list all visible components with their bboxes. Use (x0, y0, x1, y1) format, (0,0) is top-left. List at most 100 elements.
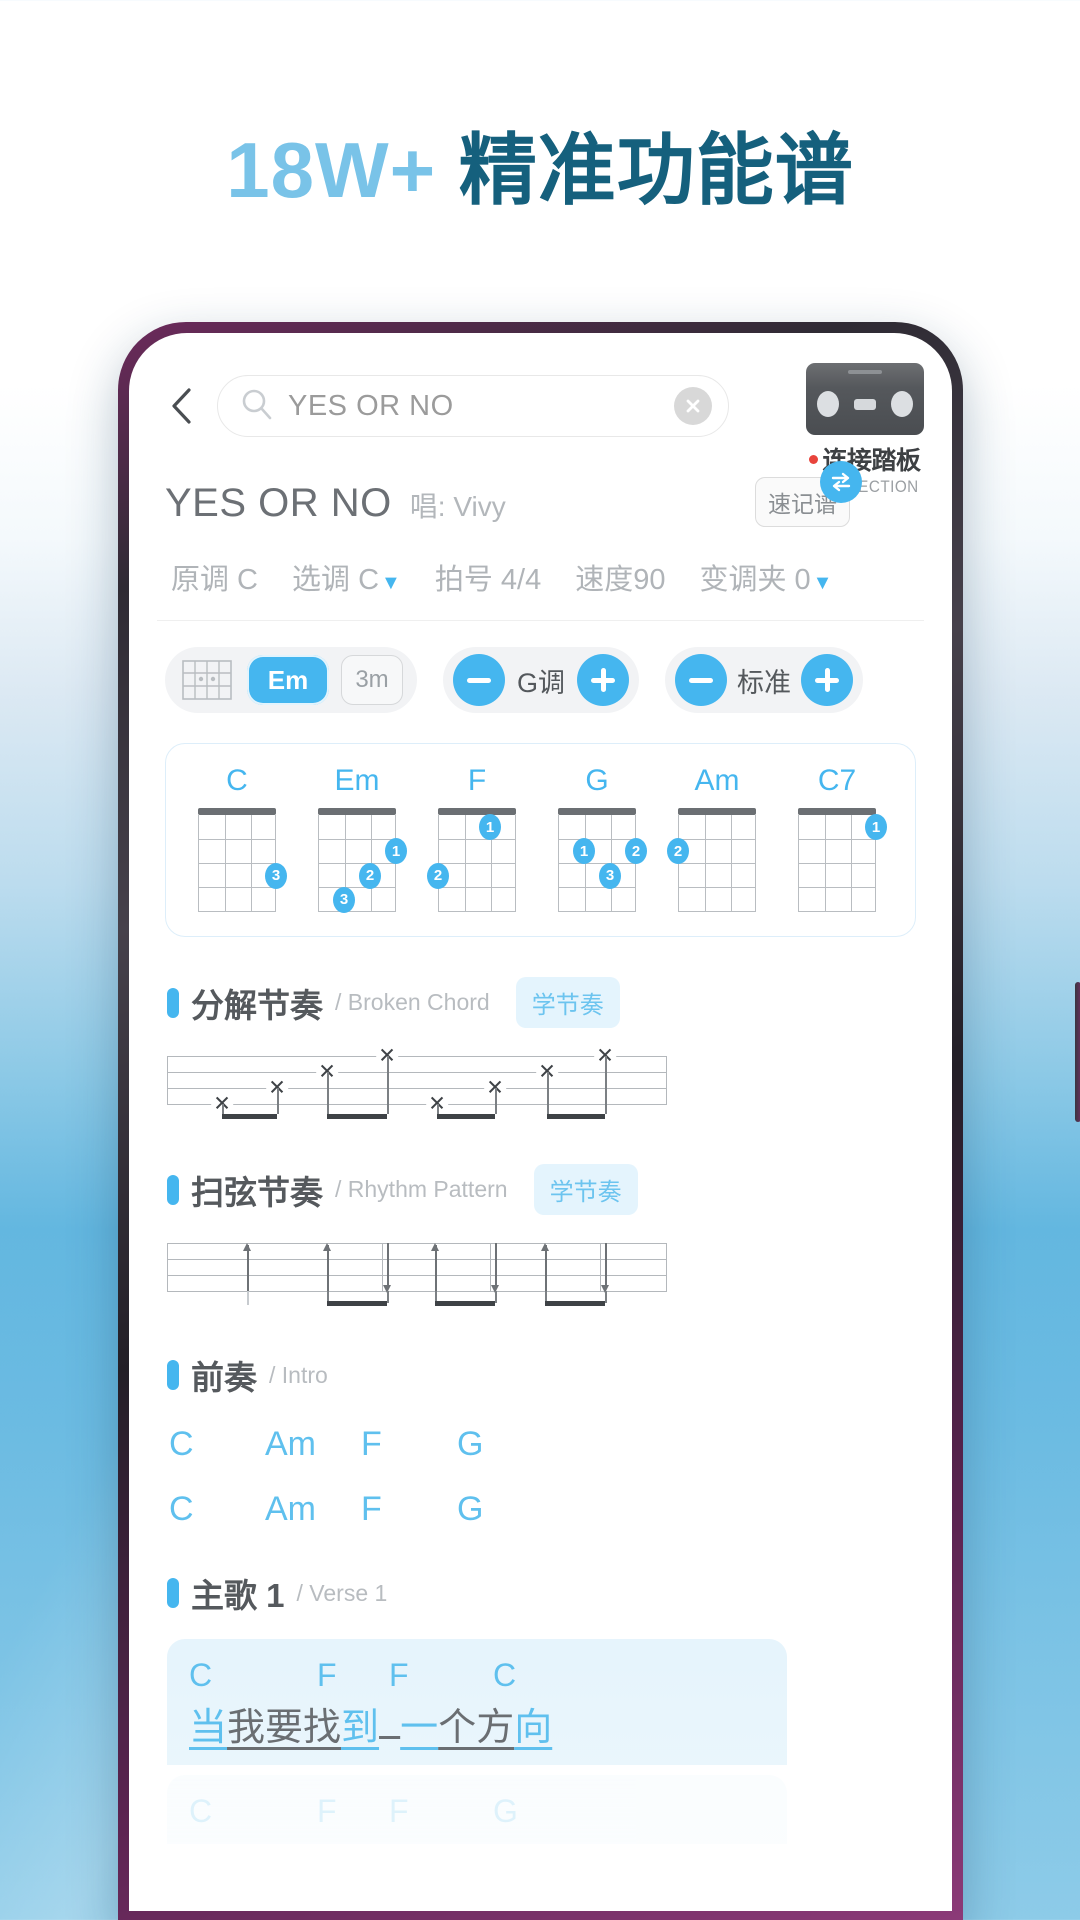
tuning-stepper: 标准 (665, 647, 863, 713)
page-title: 18W+ 精准功能谱 (0, 108, 1080, 220)
chord-diagram[interactable]: F 12 (422, 764, 532, 912)
chord-diagram[interactable]: Em 123 (302, 764, 412, 913)
chord-finger-dot: 1 (479, 814, 501, 841)
tab-stem (327, 1072, 329, 1114)
clear-icon[interactable] (674, 387, 712, 425)
chord-label[interactable]: F (317, 1657, 389, 1694)
chord-diagram[interactable]: G 1 23 (542, 764, 652, 912)
chord-label[interactable]: F (389, 1657, 493, 1694)
chord-label[interactable]: C (169, 1425, 265, 1464)
strum-down-arrow (605, 1243, 607, 1289)
strum-up-arrow (327, 1245, 329, 1291)
chord-diagram-panel: C 3 Em 123 F 1 2 G 1 2 3 Am 2 C7 1 (165, 743, 916, 937)
song-meta-row: 原调 C 选调 C ▼ 拍号 4/4 速度90 变调夹 0 ▼ (157, 556, 924, 621)
headline-number: 18W+ (226, 126, 437, 214)
chip-chord-3m[interactable]: 3m (341, 655, 403, 705)
chord-diagram[interactable]: C7 1 (782, 764, 892, 912)
section-intro: 前奏 / Intro (167, 1351, 924, 1399)
back-chevron-icon[interactable] (163, 382, 203, 430)
lyric-block[interactable]: C F F C 当我要找到 一个方向 (167, 1639, 787, 1765)
phone-button-power (1075, 982, 1080, 1122)
meta-capo[interactable]: 变调夹 0 ▼ (699, 556, 832, 598)
headline-text: 精准功能谱 (458, 126, 854, 214)
lyric-part: 我要找 (227, 1707, 342, 1749)
learn-rhythm-button[interactable]: 学节奏 (515, 977, 620, 1028)
chord-mode-group: Em 3m (165, 647, 417, 713)
swap-icon[interactable] (820, 461, 862, 503)
strum-up-arrow (545, 1245, 547, 1291)
lyric-block[interactable]: CFFG (167, 1775, 787, 1844)
meta-tempo: 速度90 (575, 564, 666, 596)
section-title-en: / Intro (269, 1361, 328, 1388)
tab-stem (605, 1056, 607, 1114)
chord-label[interactable]: G (457, 1490, 553, 1529)
chord-label[interactable]: C (169, 1490, 265, 1529)
chord-label[interactable]: G (493, 1793, 573, 1830)
strum-arrowhead-up (431, 1243, 439, 1251)
key-value: G调 (516, 667, 565, 698)
search-input[interactable]: YES OR NO (217, 375, 729, 437)
lyric-part: 个方 (438, 1707, 515, 1749)
strum-down-arrow (495, 1243, 497, 1289)
tab-beam (222, 1114, 277, 1119)
chord-label[interactable]: F (317, 1793, 389, 1830)
chord-name: C7 (817, 764, 857, 797)
chord-label[interactable]: F (361, 1490, 457, 1529)
song-header: YES OR NO 唱: Vivy 速记谱 (157, 461, 924, 527)
chord-fretboard: 1 (798, 808, 887, 912)
section-verse1: 主歌 1 / Verse 1 (167, 1569, 924, 1617)
tab-stem (605, 1291, 607, 1303)
chord-line: C Am F G (169, 1425, 924, 1464)
section-title-en: / Rhythm Pattern (335, 1176, 508, 1202)
song-artist: 唱: Vivy (409, 491, 506, 522)
section-title-cn: 扫弦节奏 (191, 1173, 323, 1211)
key-plus-button[interactable] (577, 654, 629, 706)
chord-label[interactable]: F (389, 1793, 493, 1830)
tab-stem (495, 1291, 497, 1303)
key-stepper: G调 (443, 647, 639, 713)
meta-original-key: 原调 C (171, 564, 259, 596)
chord-fretboard: 123 (558, 808, 647, 912)
chord-label[interactable]: Am (265, 1490, 361, 1529)
tab-beam (435, 1301, 495, 1306)
chord-label[interactable]: Am (265, 1425, 361, 1464)
tab-stem (437, 1104, 439, 1114)
chord-name: C (226, 764, 248, 797)
chord-name: Em (334, 764, 380, 797)
tuning-minus-button[interactable] (675, 654, 727, 706)
tab-stem (387, 1291, 389, 1303)
strum-arrowhead-up (323, 1243, 331, 1251)
tab-stem (277, 1088, 279, 1114)
tab-beam (547, 1114, 605, 1119)
section-marker (167, 1360, 179, 1390)
tab-stem (387, 1056, 389, 1114)
section-title-cn: 主歌 1 (191, 1577, 285, 1614)
fretboard-icon[interactable] (179, 658, 235, 702)
key-minus-button[interactable] (453, 654, 505, 706)
chip-chord-em[interactable]: Em (247, 655, 329, 705)
chord-fretboard: 123 (318, 808, 407, 913)
chord-label[interactable]: F (361, 1425, 457, 1464)
chord-finger-dot: 2 (427, 862, 449, 889)
chord-diagram[interactable]: C 3 (182, 764, 292, 912)
chord-label[interactable]: C (493, 1657, 573, 1694)
chord-label[interactable]: C (189, 1793, 317, 1830)
section-marker (167, 1174, 179, 1205)
tuning-plus-button[interactable] (801, 654, 853, 706)
chord-label[interactable]: G (457, 1425, 553, 1464)
lyric-part: 一 (400, 1707, 439, 1749)
learn-rhythm-button[interactable]: 学节奏 (533, 1164, 638, 1215)
section-title-en: / Broken Chord (335, 989, 490, 1015)
chord-name: G (585, 764, 609, 797)
tab-barline (382, 1243, 384, 1291)
search-value: YES OR NO (288, 389, 454, 422)
chord-fretboard: 2 (667, 808, 756, 912)
tab-stem (222, 1104, 224, 1114)
lyric-chord-row: CFFC (189, 1657, 765, 1694)
lyric-chord-row: CFFG (189, 1793, 765, 1830)
chord-label[interactable]: C (189, 1657, 317, 1694)
chord-diagram[interactable]: Am 2 (662, 764, 772, 912)
meta-selected-key[interactable]: 选调 C ▼ (292, 556, 401, 598)
chord-finger-dot: 3 (599, 862, 621, 889)
lyric-part (379, 1696, 400, 1751)
